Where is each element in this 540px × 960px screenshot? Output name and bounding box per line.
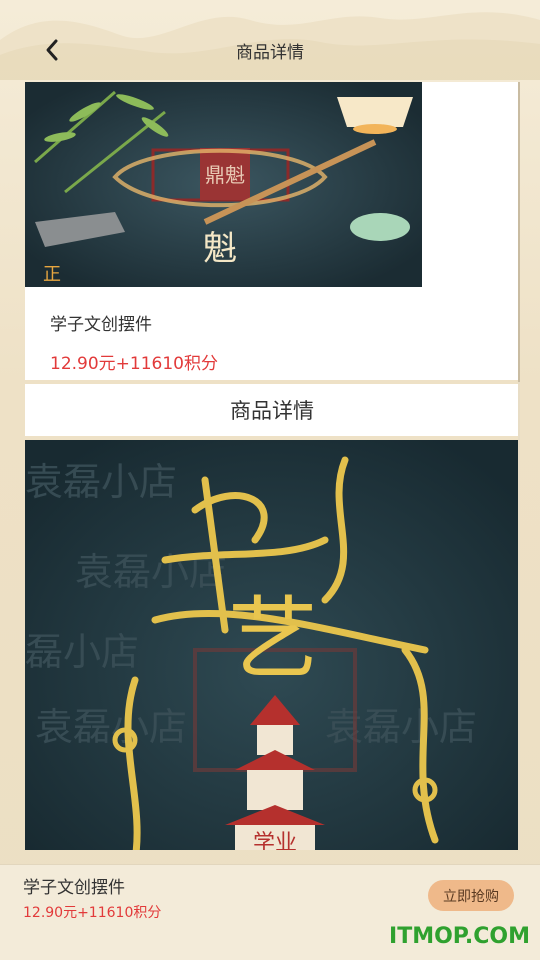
- detail-section-title: 商品详情: [230, 399, 314, 423]
- scrollbar-thumb[interactable]: [518, 82, 520, 382]
- page-title: 商品详情: [236, 42, 304, 63]
- product-image[interactable]: 鼎魁 魁 正: [25, 82, 422, 287]
- buy-now-button[interactable]: 立即抢购: [428, 880, 514, 911]
- product-illustration: 鼎魁 魁 正: [25, 82, 422, 287]
- product-scroll-view[interactable]: 鼎魁 魁 正 学子文创摆件 12.90元+11610积分 商品详情 袁磊小店 袁…: [25, 82, 519, 850]
- main-character: 魁: [203, 229, 237, 269]
- detail-image[interactable]: 袁磊小店 袁磊小店 磊小店 袁磊小店 袁磊小店 艺 学业: [25, 440, 519, 850]
- product-card: 鼎魁 魁 正 学子文创摆件 12.90元+11610积分: [25, 82, 519, 380]
- detail-illustration: 袁磊小店 袁磊小店 磊小店 袁磊小店 袁磊小店 艺 学业: [25, 440, 519, 850]
- bg-word: 袁磊小店: [325, 705, 477, 749]
- corner-character: 正: [43, 264, 61, 285]
- top-nav-bar: 商品详情: [0, 22, 540, 78]
- bottom-product-price: 12.90元+11610积分: [23, 905, 162, 921]
- bottom-product-name: 学子文创摆件: [23, 878, 125, 898]
- detail-section-header: 商品详情: [25, 384, 519, 436]
- bg-word: 袁磊小店: [35, 705, 187, 749]
- site-watermark: ITMOP.COM: [389, 924, 530, 949]
- detail-main-character: 艺: [228, 587, 318, 692]
- bg-word: 磊小店: [25, 630, 139, 674]
- seal-text: 鼎魁: [205, 163, 245, 187]
- product-name: 学子文创摆件: [50, 315, 152, 335]
- back-button[interactable]: [36, 34, 68, 66]
- product-price: 12.90元+11610积分: [50, 354, 218, 374]
- scrollbar[interactable]: [518, 82, 520, 850]
- bg-word: 袁磊小店: [25, 460, 177, 504]
- chevron-left-icon: [46, 39, 58, 61]
- tower-text: 学业: [253, 831, 297, 850]
